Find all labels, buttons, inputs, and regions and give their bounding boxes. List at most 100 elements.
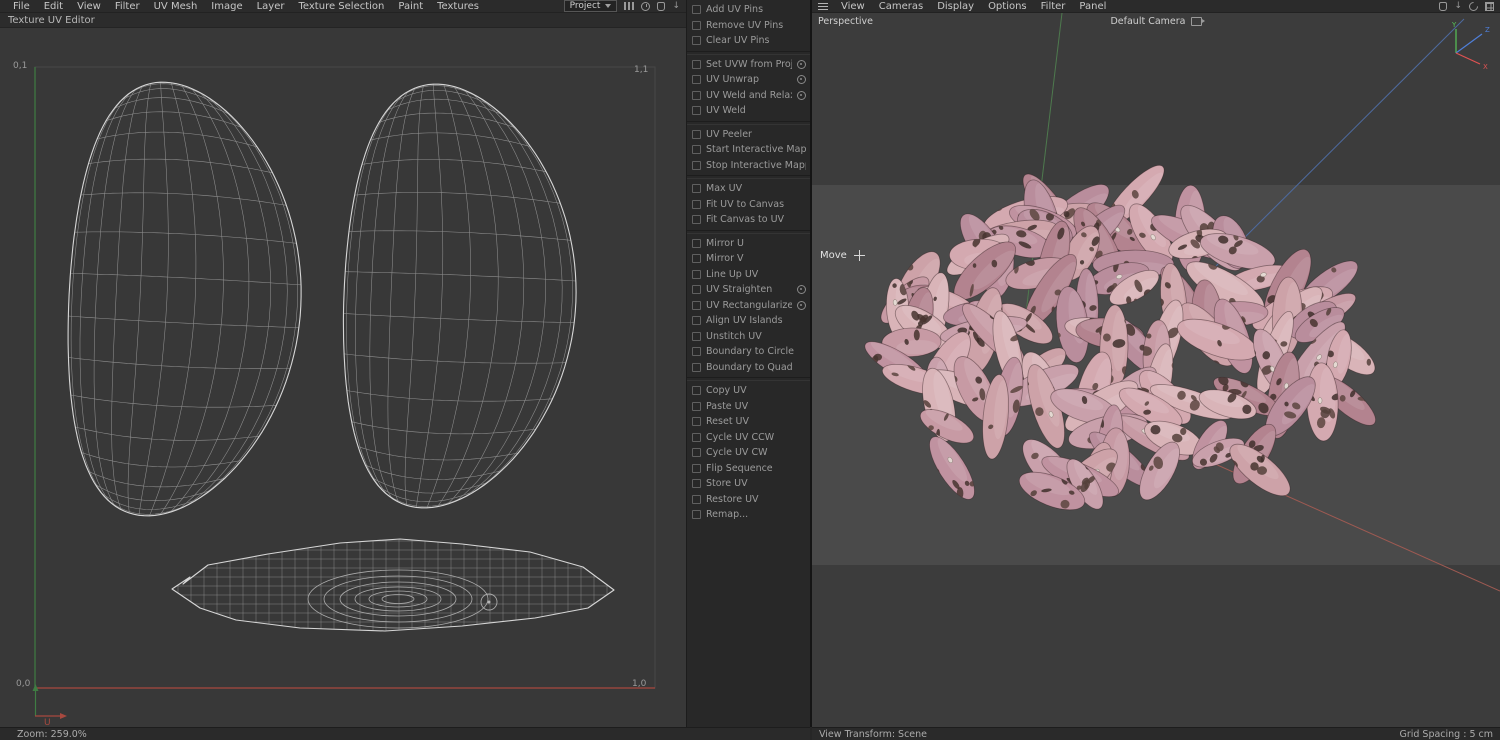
tool-menu-item-label: UV Unwrap bbox=[706, 74, 759, 86]
clock-icon[interactable] bbox=[641, 1, 651, 11]
menu-view[interactable]: View bbox=[70, 0, 108, 13]
tool-clear-uv-pins[interactable]: Clear UV Pins bbox=[687, 33, 810, 49]
tool-icon bbox=[692, 36, 701, 46]
vp-menu-view[interactable]: View bbox=[834, 0, 872, 13]
tool-icon bbox=[692, 5, 701, 15]
tool-uv-weld[interactable]: UV Weld bbox=[687, 103, 810, 119]
gear-icon[interactable] bbox=[797, 300, 806, 310]
layout-grid-icon[interactable] bbox=[1485, 1, 1494, 11]
tool-remove-uv-pins[interactable]: Remove UV Pins bbox=[687, 18, 810, 34]
svg-text:Y: Y bbox=[1451, 21, 1457, 29]
vp-menu-filter[interactable]: Filter bbox=[1034, 0, 1073, 13]
menu-edit[interactable]: Edit bbox=[37, 0, 70, 13]
tool-reset-uv[interactable]: Reset UV bbox=[687, 414, 810, 430]
tool-copy-uv[interactable]: Copy UV bbox=[687, 383, 810, 399]
uv-mesh-drawing: U bbox=[32, 66, 656, 727]
tool-uv-weld-and-relax[interactable]: UV Weld and Relax bbox=[687, 88, 810, 104]
tool-menu-item-label: Paste UV bbox=[706, 400, 749, 412]
tool-stop-interactive-mapping[interactable]: Stop Interactive Mapping bbox=[687, 158, 810, 174]
tool-remap[interactable]: Remap... bbox=[687, 507, 810, 523]
uv-coord-top-right: 1,1 bbox=[634, 65, 649, 75]
menu-layer[interactable]: Layer bbox=[250, 0, 292, 13]
tool-uv-peeler[interactable]: UV Peeler bbox=[687, 127, 810, 143]
tool-icon bbox=[692, 331, 701, 341]
chart-icon[interactable] bbox=[624, 2, 635, 10]
history-icon[interactable] bbox=[1467, 0, 1480, 13]
camera-icon bbox=[1190, 17, 1205, 26]
tool-icon bbox=[692, 285, 701, 295]
vp-menu-options[interactable]: Options bbox=[981, 0, 1034, 13]
tool-icon bbox=[692, 145, 701, 155]
pan-icon[interactable] bbox=[657, 1, 666, 11]
tool-boundary-to-quad[interactable]: Boundary to Quad bbox=[687, 360, 810, 376]
tool-menu-item-label: Mirror U bbox=[706, 237, 744, 249]
tool-line-up-uv[interactable]: Line Up UV bbox=[687, 267, 810, 283]
menu-textures[interactable]: Textures bbox=[430, 0, 486, 13]
uv-status-bar: Zoom: 259.0% bbox=[0, 727, 810, 740]
menu-file[interactable]: File bbox=[6, 0, 37, 13]
tool-menu-item-label: UV Rectangularize bbox=[706, 299, 792, 311]
tool-uv-straighten[interactable]: UV Straighten bbox=[687, 282, 810, 298]
tool-icon bbox=[692, 269, 701, 279]
download-icon[interactable]: ↓ bbox=[672, 1, 680, 11]
tool-uv-unwrap[interactable]: UV Unwrap bbox=[687, 72, 810, 88]
uv-coord-bottom-left: 0,0 bbox=[16, 679, 31, 689]
tool-start-interactive-mapping[interactable]: Start Interactive Mapping bbox=[687, 142, 810, 158]
tool-icon bbox=[692, 494, 701, 504]
tool-icon bbox=[692, 386, 701, 396]
tool-max-uv[interactable]: Max UV bbox=[687, 181, 810, 197]
bodypaint-uv-workspace: File Edit View Filter UV Mesh Image Layer Textu… bbox=[0, 0, 1500, 740]
tool-menu-item-label: Fit Canvas to UV bbox=[706, 214, 785, 226]
tool-store-uv[interactable]: Store UV bbox=[687, 476, 810, 492]
tool-icon bbox=[692, 362, 701, 372]
tool-icon bbox=[692, 160, 701, 170]
uv-coord-bottom-right: 1,0 bbox=[632, 679, 647, 689]
tool-unstitch-uv[interactable]: Unstitch UV bbox=[687, 329, 810, 345]
vp-menu-panel[interactable]: Panel bbox=[1072, 0, 1113, 13]
tool-icon bbox=[692, 75, 701, 85]
gear-icon[interactable] bbox=[797, 285, 806, 295]
gear-icon[interactable] bbox=[797, 90, 806, 100]
menu-image[interactable]: Image bbox=[204, 0, 249, 13]
download-icon[interactable]: ↓ bbox=[1454, 1, 1462, 11]
pan-icon[interactable] bbox=[1439, 1, 1448, 11]
vp-menu-display[interactable]: Display bbox=[930, 0, 981, 13]
project-dropdown-label: Project bbox=[569, 1, 601, 11]
tool-uv-rectangularize[interactable]: UV Rectangularize bbox=[687, 298, 810, 314]
tool-menu-item-label: Remove UV Pins bbox=[706, 19, 784, 31]
camera-menu[interactable]: Default Camera bbox=[812, 16, 1500, 27]
svg-text:U: U bbox=[44, 718, 51, 727]
tool-cycle-uv-cw[interactable]: Cycle UV CW bbox=[687, 445, 810, 461]
tool-flip-sequence[interactable]: Flip Sequence bbox=[687, 461, 810, 477]
tool-add-uv-pins[interactable]: Add UV Pins bbox=[687, 2, 810, 18]
camera-label: Default Camera bbox=[1110, 16, 1186, 27]
tool-icon bbox=[692, 448, 701, 458]
tool-paste-uv[interactable]: Paste UV bbox=[687, 399, 810, 415]
tool-cycle-uv-ccw[interactable]: Cycle UV CCW bbox=[687, 430, 810, 446]
hamburger-menu-icon[interactable] bbox=[818, 2, 828, 10]
viewport-status-bar: View Transform: Scene Grid Spacing : 5 c… bbox=[812, 727, 1500, 740]
menu-texture-selection[interactable]: Texture Selection bbox=[292, 0, 392, 13]
vp-menu-cameras[interactable]: Cameras bbox=[872, 0, 930, 13]
tool-mirror-v[interactable]: Mirror V bbox=[687, 251, 810, 267]
tool-set-uvw-from-projection[interactable]: Set UVW from Projection bbox=[687, 57, 810, 73]
tool-menu-item-label: Cycle UV CW bbox=[706, 447, 768, 459]
menu-filter[interactable]: Filter bbox=[108, 0, 147, 13]
uv-canvas[interactable]: U 0,1 1,1 0,0 1,0 bbox=[0, 28, 686, 727]
tool-align-uv-islands[interactable]: Align UV Islands bbox=[687, 313, 810, 329]
tool-boundary-to-circle[interactable]: Boundary to Circle bbox=[687, 344, 810, 360]
tool-restore-uv[interactable]: Restore UV bbox=[687, 492, 810, 508]
uv-editor-toolbar: Project ↓ bbox=[563, 0, 686, 12]
viewport-menubar: View Cameras Display Options Filter Panel ↓ bbox=[812, 0, 1500, 13]
tool-fit-canvas-to-uv[interactable]: Fit Canvas to UV bbox=[687, 212, 810, 228]
tool-icon bbox=[692, 463, 701, 473]
project-dropdown[interactable]: Project bbox=[563, 0, 618, 12]
viewport-canvas[interactable]: Perspective Default Camera Move YZX bbox=[812, 13, 1500, 727]
tool-fit-uv-to-canvas[interactable]: Fit UV to Canvas bbox=[687, 197, 810, 213]
zoom-level: Zoom: 259.0% bbox=[17, 728, 87, 740]
gear-icon[interactable] bbox=[797, 75, 806, 85]
menu-uv-mesh[interactable]: UV Mesh bbox=[147, 0, 205, 13]
tool-mirror-u[interactable]: Mirror U bbox=[687, 236, 810, 252]
menu-paint[interactable]: Paint bbox=[391, 0, 430, 13]
gear-icon[interactable] bbox=[797, 59, 806, 69]
